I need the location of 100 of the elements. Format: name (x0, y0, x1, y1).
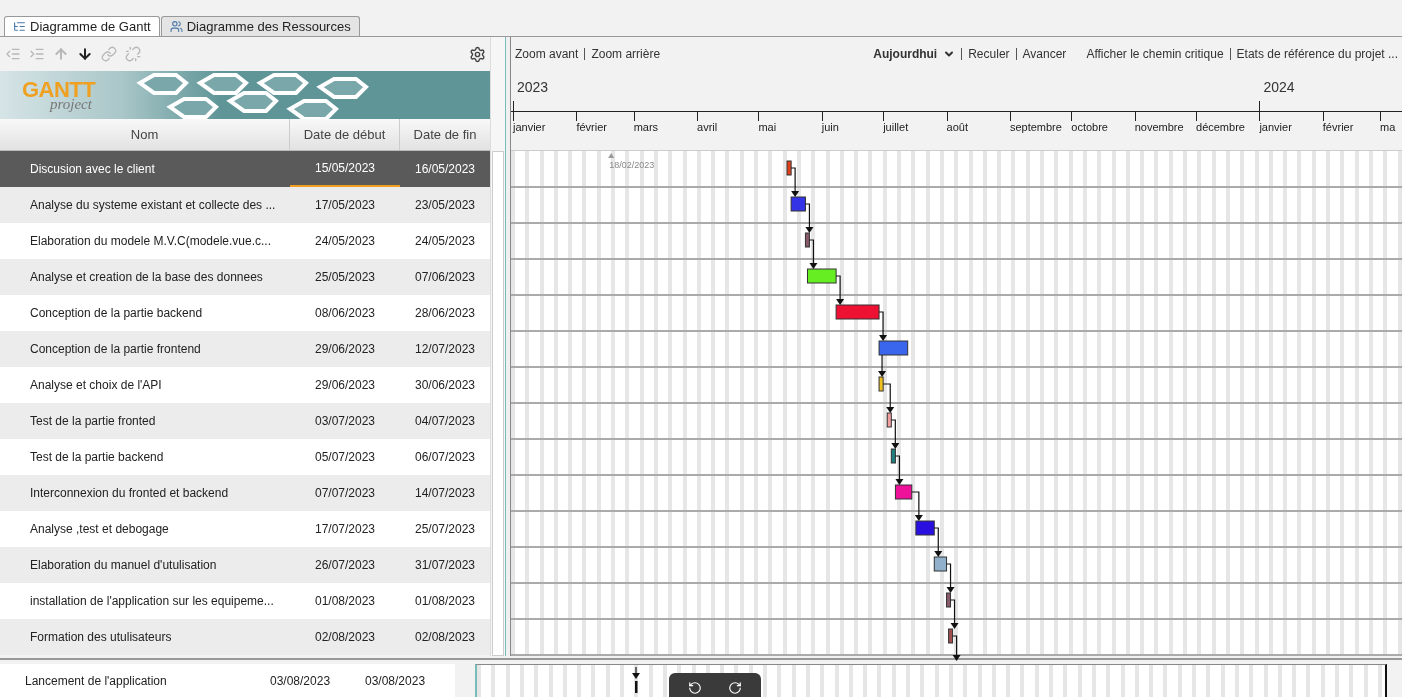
end-date: 07/06/2023 (413, 269, 477, 286)
task-name: Lancement de l'application (24, 672, 168, 690)
task-bar[interactable] (790, 196, 806, 212)
dependency-arrow (882, 383, 895, 413)
task-bar[interactable] (786, 160, 792, 176)
task-name: Analyse ,test et debogage (29, 521, 170, 538)
start-date: 01/08/2023 (313, 593, 377, 610)
start-date: 03/07/2023 (313, 413, 377, 430)
end-date: 24/05/2023 (413, 233, 477, 250)
task-row[interactable]: Conception de la partie backend 08/06/2023 28/06/2023 (0, 295, 490, 331)
toolbar-link[interactable]: Afficher le chemin critique (1086, 45, 1224, 63)
tab[interactable]: Diagramme des Ressources (160, 16, 360, 36)
dependency-arrow (808, 239, 818, 269)
task-bar[interactable] (886, 412, 892, 428)
task-name: Formation des utulisateurs (29, 629, 173, 646)
start-date: 17/07/2023 (313, 521, 377, 538)
toolbar-link[interactable]: Etats de référence du projet ... (1236, 45, 1398, 63)
end-date: 06/07/2023 (413, 449, 477, 466)
task-row[interactable]: Analyse et creation de la base des donnees 25/05/2023 07/06/2023 (0, 259, 490, 295)
end-date: 16/05/2023 (413, 161, 477, 178)
column-header[interactable]: Date de début (290, 119, 400, 150)
task-name: Conception de la partie backend (29, 305, 204, 322)
task-row[interactable]: Interconnexion du fronted et backend 07/07/2023 14/07/2023 (0, 475, 490, 511)
task-bar[interactable] (807, 268, 837, 284)
task-name: Elaboration du manuel d'utulisation (29, 557, 218, 574)
task-name: Conception de la partie frontend (29, 341, 202, 358)
task-row[interactable]: Discusion avec le client 15/05/2023 16/05/2023 (0, 151, 490, 187)
task-row[interactable]: Elaboration du manuel d'utulisation 26/07/2023 31/07/2023 (0, 547, 490, 583)
month-label: octobre (1071, 120, 1108, 135)
start-date: 24/05/2023 (313, 233, 377, 250)
start-date: 25/05/2023 (313, 269, 377, 286)
month-label: mars (633, 120, 659, 135)
month-label: août (946, 120, 968, 135)
task-row[interactable]: installation de l'application sur les equipeme... 01/08/2023 01/08/2023 (0, 583, 490, 619)
task-row[interactable]: Test de la partie fronted 03/07/2023 04/07/2023 (0, 403, 490, 439)
month-label: ma (1380, 120, 1396, 135)
toolbar-link[interactable]: Reculer (968, 45, 1010, 63)
end-date: 28/06/2023 (413, 305, 477, 322)
task-name: Analyse et creation de la base des donnees (29, 269, 264, 286)
task-row[interactable]: Lancement de l'application 03/08/2023 03/08/2023 (0, 664, 455, 697)
task-row[interactable]: Formation des utulisateurs 02/08/2023 02/08/2023 (0, 619, 490, 655)
dependency-arrow (945, 563, 955, 593)
year-label: 2023 (517, 78, 549, 97)
task-bar[interactable] (946, 592, 952, 608)
task-name: installation de l'application sur les equipeme... (29, 593, 275, 610)
dependency-arrow (835, 275, 845, 305)
end-date: 23/05/2023 (413, 197, 477, 214)
start-date: 02/08/2023 (313, 629, 377, 646)
year-label: 2024 (1263, 78, 1295, 97)
end-date: 12/07/2023 (413, 341, 477, 358)
start-date: 03/08/2023 (270, 672, 332, 690)
redo-button[interactable] (728, 681, 742, 695)
task-bar[interactable] (948, 628, 954, 644)
scrollbar[interactable] (490, 37, 505, 656)
end-date: 02/08/2023 (413, 629, 477, 646)
task-row[interactable]: Analyse du systeme existant et collecte des ... 17/05/2023 23/05/2023 (0, 187, 490, 223)
settings-button[interactable] (469, 45, 486, 63)
today-dropdown[interactable]: Aujourdhui (873, 45, 956, 63)
month-label: mai (758, 120, 777, 135)
start-date: 29/06/2023 (313, 341, 377, 358)
column-header[interactable]: Date de fin (400, 119, 490, 150)
task-bar[interactable] (894, 484, 913, 500)
undo-button[interactable] (688, 681, 702, 695)
tab[interactable]: Diagramme de Gantt (4, 16, 160, 36)
toolbar-link[interactable]: Avancer (1022, 45, 1067, 63)
end-date: 01/08/2023 (413, 593, 477, 610)
task-row[interactable]: Conception de la partie frontend 29/06/2023 12/07/2023 (0, 331, 490, 367)
task-bar[interactable] (890, 448, 896, 464)
task-row[interactable]: Elaboration du modele M.V.C(modele.vue.c... 24/05/2023 24/05/2023 (0, 223, 490, 259)
start-date: 08/06/2023 (313, 305, 377, 322)
task-name: Test de la partie fronted (29, 413, 157, 430)
task-row[interactable]: Test de la partie backend 05/07/2023 06/07/2023 (0, 439, 490, 475)
task-name: Elaboration du modele M.V.C(modele.vue.c... (29, 233, 273, 250)
task-row[interactable]: Analyse ,test et debogage 17/07/2023 25/07/2023 (0, 511, 490, 547)
tree-list-icon (13, 20, 26, 33)
dependency-arrow (911, 491, 923, 521)
task-bar[interactable] (878, 340, 909, 356)
toolbar-link[interactable]: Zoom arrière (591, 45, 661, 63)
month-label: avril (697, 120, 718, 135)
start-date: 26/07/2023 (313, 557, 377, 574)
task-name: Analyse et choix de l'API (29, 377, 163, 394)
task-name: Analyse du systeme existant et collecte des ... (29, 197, 277, 214)
column-header[interactable]: Nom (0, 119, 290, 150)
dependency-arrow (952, 635, 961, 661)
task-bar[interactable] (804, 232, 810, 248)
month-label: septembre (1009, 120, 1062, 135)
task-name: Discusion avec le client (29, 161, 156, 178)
toolbar-link[interactable]: Zoom avant (515, 45, 579, 63)
dependency-arrow (890, 419, 900, 449)
task-bar[interactable] (933, 556, 948, 572)
dependency-arrow (790, 167, 800, 197)
dependency-arrow (949, 599, 959, 629)
date-marker: 18/02/2023 (609, 159, 655, 172)
end-date: 14/07/2023 (413, 485, 477, 502)
month-label: décembre (1196, 120, 1245, 135)
end-date: 31/07/2023 (413, 557, 477, 574)
end-date: 30/06/2023 (413, 377, 477, 394)
month-label: février (576, 120, 607, 135)
task-row[interactable]: Analyse et choix de l'API 29/06/2023 30/06/2023 (0, 367, 490, 403)
people-icon (169, 20, 183, 33)
